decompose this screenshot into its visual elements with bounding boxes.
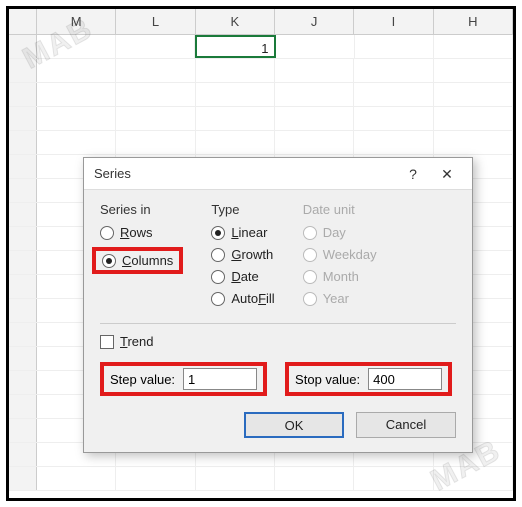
radio-icon [211,270,225,284]
year-radio: Year [303,291,377,306]
dialog-title: Series [94,166,396,181]
cell[interactable] [116,35,195,58]
month-radio: Month [303,269,377,284]
stop-value-input[interactable] [368,368,442,390]
column-headers: M L K J I H [9,9,513,35]
date-unit-group: Date unit Day Weekday Month [303,202,377,313]
col-head[interactable]: L [116,9,195,34]
type-group: Type Linear Growth Date [211,202,274,313]
step-value-label: Step value: [110,372,175,387]
stop-value-label: Stop value: [295,372,360,387]
help-button[interactable]: ? [396,162,430,186]
ok-button[interactable]: OK [244,412,344,438]
step-value-input[interactable] [183,368,257,390]
selected-cell[interactable]: 1 [195,35,277,58]
linear-radio[interactable]: Linear [211,225,274,240]
radio-icon [211,248,225,262]
columns-radio[interactable]: Columns [102,253,173,268]
series-in-group: Series in Rows Columns [100,202,183,313]
close-button[interactable]: ✕ [430,162,464,186]
col-head[interactable]: J [275,9,354,34]
corner-cell[interactable] [9,9,37,34]
col-head[interactable]: M [37,9,116,34]
table-row: 1 [9,35,513,59]
col-head[interactable]: H [434,9,513,34]
radio-icon [303,270,317,284]
cell[interactable] [434,35,513,58]
series-dialog: Series ? ✕ Series in Rows Columns [83,157,473,453]
series-in-label: Series in [100,202,183,217]
radio-icon [100,226,114,240]
cell[interactable] [37,35,116,58]
radio-icon [211,226,225,240]
col-head[interactable]: I [354,9,433,34]
checkbox-icon [100,335,114,349]
trend-checkbox[interactable]: Trend [100,334,456,349]
radio-icon [102,254,116,268]
date-radio[interactable]: Date [211,269,274,284]
radio-icon [303,248,317,262]
autofill-radio[interactable]: AutoFill [211,291,274,306]
titlebar: Series ? ✕ [84,158,472,190]
weekday-radio: Weekday [303,247,377,262]
cell[interactable] [276,35,355,58]
radio-icon [303,292,317,306]
type-label: Type [211,202,274,217]
growth-radio[interactable]: Growth [211,247,274,262]
rows-radio[interactable]: Rows [100,225,183,240]
radio-icon [211,292,225,306]
date-unit-label: Date unit [303,202,377,217]
radio-icon [303,226,317,240]
cell[interactable] [355,35,434,58]
day-radio: Day [303,225,377,240]
col-head[interactable]: K [196,9,275,34]
row-head[interactable] [9,35,37,58]
cancel-button[interactable]: Cancel [356,412,456,438]
